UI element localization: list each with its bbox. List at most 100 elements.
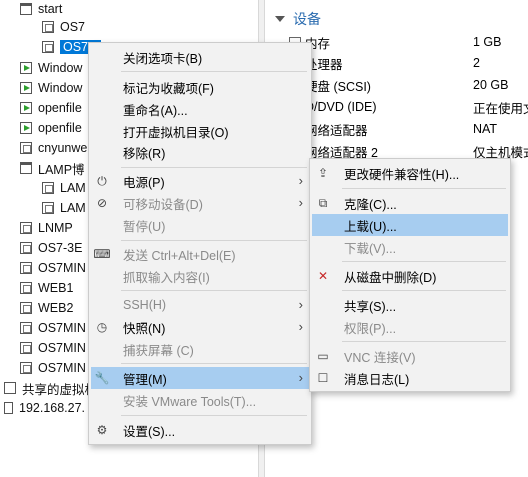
menu-separator — [342, 290, 506, 291]
device-name: 处理器 — [305, 57, 343, 72]
tree-item-lamp-folder[interactable]: LAMP博 — [20, 158, 85, 178]
device-row-processor[interactable]: 处理器 2 — [289, 53, 528, 73]
menu-pause[interactable]: 暂停(U) — [91, 214, 309, 236]
submenu-change-hardware-compatibility[interactable]: ⇪ 更改硬件兼容性(H)... — [312, 162, 508, 184]
tree-item-os7min-1[interactable]: OS7MIN — [20, 258, 86, 278]
submenu-message-log[interactable]: ☐ 消息日志(L) — [312, 367, 508, 389]
tree-item-openfile-1[interactable]: openfile — [20, 98, 82, 118]
clone-icon: ⧉ — [318, 195, 328, 210]
tree-item-os7min-3[interactable]: OS7MIN — [20, 338, 86, 358]
vm-icon — [20, 302, 32, 314]
menu-item-label: 移除(R) — [123, 146, 166, 161]
menu-capture-screen[interactable]: 捕获屏幕 (C) — [91, 338, 309, 360]
menu-separator — [342, 261, 506, 262]
device-name: 网络适配器 — [305, 123, 368, 138]
keyboard-icon: ⌨ — [93, 247, 111, 261]
devices-title: 设备 — [293, 11, 321, 27]
device-row-hard-disk[interactable]: 硬盘 (SCSI) 20 GB — [289, 75, 528, 95]
tree-item-label: cnyunwe — [38, 141, 88, 155]
tree-item-window-1[interactable]: Window — [20, 58, 82, 78]
vm-icon — [42, 202, 54, 214]
tree-item-lam-1[interactable]: LAM — [42, 178, 86, 198]
menu-mark-favorite[interactable]: 标记为收藏项(F) — [91, 76, 309, 98]
menu-install-vmware-tools[interactable]: 安装 VMware Tools(T)... — [91, 389, 309, 411]
menu-separator — [121, 167, 307, 168]
menu-remove[interactable]: 移除(R) — [91, 141, 309, 163]
device-value: NAT — [473, 122, 498, 136]
tree-item-web2[interactable]: WEB2 — [20, 298, 73, 318]
tree-item-os7min-2[interactable]: OS7MIN — [20, 318, 86, 338]
tree-item-lam-2[interactable]: LAM — [42, 198, 86, 218]
submenu-delete-from-disk[interactable]: ✕ 从磁盘中删除(D) — [312, 265, 508, 287]
submenu-clone[interactable]: ⧉ 克隆(C)... — [312, 192, 508, 214]
vm-icon — [42, 21, 54, 33]
tree-item-os7min-4[interactable]: OS7MIN — [20, 358, 86, 378]
removable-device-icon: ⊘ — [96, 196, 108, 210]
vm-icon — [20, 242, 32, 254]
vm-icon — [20, 362, 32, 374]
tree-item-web1[interactable]: WEB1 — [20, 278, 73, 298]
devices-section-header[interactable]: 设备 — [275, 9, 321, 29]
menu-item-label: 下载(V)... — [344, 241, 397, 256]
menu-ssh[interactable]: SSH(H) › — [91, 294, 309, 316]
menu-power[interactable]: ⏻ 电源(P) › — [91, 170, 309, 192]
vm-running-icon — [20, 122, 32, 134]
tree-item-shared-vms[interactable]: 共享的虚拟机 — [4, 378, 97, 398]
tree-item-window-2[interactable]: Window — [20, 78, 82, 98]
vm-icon — [42, 41, 54, 53]
submenu-permissions[interactable]: 权限(P)... — [312, 316, 508, 338]
menu-removable-devices[interactable]: ⊘ 可移动设备(D) › — [91, 192, 309, 214]
menu-separator — [121, 415, 307, 416]
submenu-share[interactable]: 共享(S)... — [312, 294, 508, 316]
snapshot-icon: ◷ — [96, 320, 108, 334]
tree-item-label: Window — [38, 81, 83, 95]
menu-item-label: 消息日志(L) — [344, 372, 410, 387]
tree-item-openfile-2[interactable]: openfile — [20, 118, 82, 138]
tree-item-cnyunwe[interactable]: cnyunwe — [20, 138, 87, 158]
tree-item-lnmp[interactable]: LNMP — [20, 218, 73, 238]
menu-open-vm-directory[interactable]: 打开虚拟机目录(O) — [91, 120, 309, 142]
menu-item-label: 打开虚拟机目录(O) — [123, 125, 229, 140]
tree-item-os7[interactable]: OS7 — [42, 17, 85, 37]
menu-close-tab[interactable]: 关闭选项卡(B) — [91, 46, 309, 68]
menu-item-label: SSH(H) — [123, 298, 167, 312]
menu-send-ctrl-alt-del[interactable]: ⌨ 发送 Ctrl+Alt+Del(E) — [91, 243, 309, 265]
menu-item-label: 管理(M) — [123, 372, 167, 387]
tree-item-label: OS7MIN — [38, 341, 86, 355]
menu-snapshot[interactable]: ◷ 快照(N) › — [91, 316, 309, 338]
tree-item-label: OS7-3E — [38, 241, 83, 255]
delete-icon: ✕ — [317, 269, 329, 283]
menu-separator — [342, 341, 506, 342]
menu-grab-input[interactable]: 抓取输入内容(I) — [91, 265, 309, 287]
menu-separator — [121, 71, 307, 72]
submenu-vnc-connection[interactable]: ▭ VNC 连接(V) — [312, 345, 508, 367]
vm-icon — [20, 342, 32, 354]
folder-icon — [20, 162, 32, 174]
vm-running-icon — [20, 82, 32, 94]
tree-item-label: LAMP博 — [38, 162, 85, 177]
device-row-memory[interactable]: 内存 1 GB — [289, 32, 528, 52]
menu-item-label: 暂停(U) — [123, 219, 166, 234]
vm-icon — [20, 142, 32, 154]
menu-item-label: 上载(U)... — [344, 219, 397, 234]
menu-item-label: 电源(P) — [123, 175, 165, 190]
submenu-download[interactable]: 下载(V)... — [312, 236, 508, 258]
menu-separator — [121, 240, 307, 241]
menu-rename[interactable]: 重命名(A)... — [91, 98, 309, 120]
device-row-network-adapter[interactable]: 网络适配器 NAT — [289, 119, 528, 139]
tree-item-remote-host[interactable]: 192.168.27. — [4, 398, 85, 418]
collapse-caret-icon — [275, 16, 285, 22]
tree-item-label: OS7MIN — [38, 321, 86, 335]
menu-settings[interactable]: ⚙ 设置(S)... — [91, 419, 309, 441]
settings-icon: ⚙ — [96, 423, 108, 437]
menu-item-label: 发送 Ctrl+Alt+Del(E) — [123, 248, 236, 263]
tree-item-label: OS7MIN — [38, 361, 86, 375]
menu-item-label: 权限(P)... — [344, 321, 397, 336]
device-row-cd-dvd[interactable]: D/DVD (IDE) 正在使用文件 — [289, 97, 528, 117]
tree-item-os7-3e[interactable]: OS7-3E — [20, 238, 82, 258]
vm-icon — [42, 182, 54, 194]
submenu-arrow-icon: › — [298, 297, 303, 312]
menu-manage[interactable]: 🔧 管理(M) › — [91, 367, 309, 389]
submenu-upload[interactable]: 上载(U)... — [312, 214, 508, 236]
menu-separator — [121, 363, 307, 364]
